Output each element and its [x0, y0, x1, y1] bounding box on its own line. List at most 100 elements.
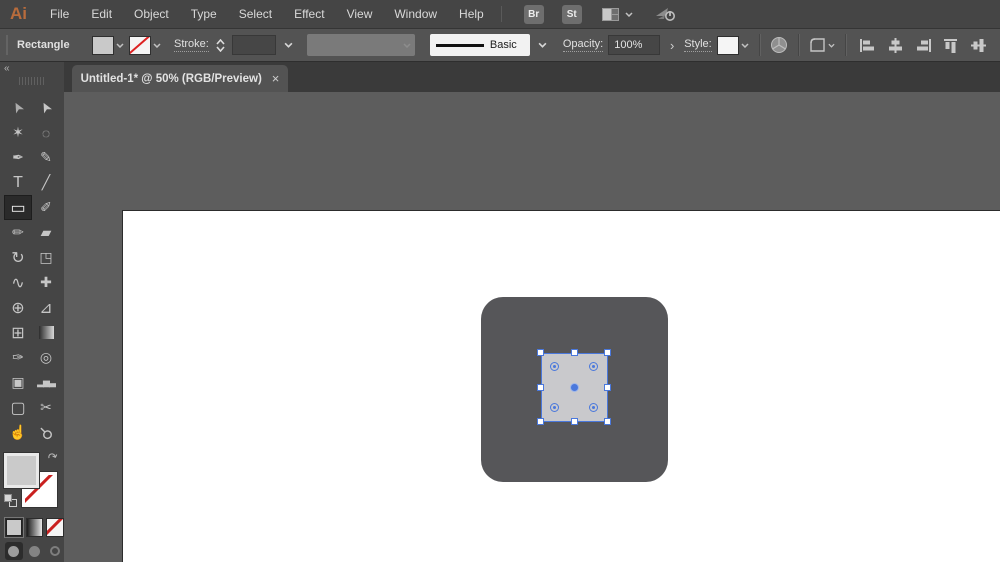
direct-selection-tool[interactable]: ➤: [32, 95, 60, 120]
stepper-down-icon[interactable]: [216, 46, 225, 52]
eraser-tool[interactable]: ▰: [32, 220, 60, 245]
opacity-panel-link[interactable]: Opacity:: [563, 38, 603, 52]
pen-tool[interactable]: ✒: [4, 145, 32, 170]
line-segment-tool[interactable]: ╱: [32, 170, 60, 195]
brush-definition-dropdown-button[interactable]: [535, 35, 550, 55]
blend-tool[interactable]: ◎: [32, 345, 60, 370]
menu-select[interactable]: Select: [228, 0, 283, 28]
corner-radius-widget[interactable]: [589, 403, 598, 412]
align-left-icon[interactable]: [859, 38, 876, 53]
pencil-tool[interactable]: ✏: [4, 220, 32, 245]
opacity-field[interactable]: 100%: [608, 35, 660, 55]
workspace-switcher[interactable]: [602, 8, 633, 21]
align-vertical-center-icon[interactable]: [971, 38, 988, 53]
stroke-width-field[interactable]: [232, 35, 276, 55]
stroke-color-swatch-none[interactable]: [129, 36, 151, 55]
selection-handle-se[interactable]: [604, 418, 611, 425]
stepper-up-icon[interactable]: [216, 39, 225, 45]
shape-properties-button[interactable]: [809, 37, 835, 53]
zoom-tool[interactable]: ⚲: [32, 420, 60, 445]
bridge-button[interactable]: Br: [524, 5, 544, 24]
puppet-warp-tool[interactable]: ✚: [32, 270, 60, 295]
perspective-grid-tool[interactable]: ⊿: [32, 295, 60, 320]
corner-radius-widget[interactable]: [550, 362, 559, 371]
menu-edit[interactable]: Edit: [80, 0, 123, 28]
selection-handle-e[interactable]: [604, 384, 611, 391]
align-right-icon[interactable]: [915, 38, 932, 53]
magic-wand-tool[interactable]: ✶: [4, 120, 32, 145]
curvature-tool[interactable]: ✎: [32, 145, 60, 170]
chevron-down-icon: [153, 43, 161, 48]
selection-tool[interactable]: ➤: [4, 95, 32, 120]
brush-definition-field[interactable]: Basic: [430, 34, 530, 56]
gpu-performance-button[interactable]: [655, 7, 677, 22]
shape-builder-tool[interactable]: ⊕: [4, 295, 32, 320]
control-bar: Rectangle Stroke: Basic Opacit: [0, 29, 1000, 62]
selection-handle-ne[interactable]: [604, 349, 611, 356]
paintbrush-tool[interactable]: ✐: [32, 195, 60, 220]
fill-color-swatch[interactable]: [92, 36, 114, 55]
stock-button[interactable]: St: [562, 5, 582, 24]
style-panel-link[interactable]: Style:: [684, 38, 712, 52]
column-graph-tool[interactable]: ▂▅▃: [32, 370, 60, 395]
menu-window[interactable]: Window: [383, 0, 448, 28]
corner-radius-widget[interactable]: [589, 362, 598, 371]
color-type-buttons: [0, 518, 64, 537]
default-fill-square: [4, 494, 12, 502]
selection-handle-s[interactable]: [571, 418, 578, 425]
menu-effect[interactable]: Effect: [283, 0, 335, 28]
close-tab-icon[interactable]: ×: [272, 71, 280, 86]
draw-behind-mode-button[interactable]: [26, 542, 44, 560]
swap-fill-stroke-icon[interactable]: ↷: [46, 449, 60, 466]
gradient-button[interactable]: [26, 518, 44, 537]
stroke-width-dropdown-button[interactable]: [281, 35, 296, 55]
opacity-more-button[interactable]: ›: [665, 35, 679, 55]
menu-help[interactable]: Help: [448, 0, 495, 28]
gradient-tool[interactable]: [32, 320, 60, 345]
scale-tool[interactable]: ◳: [32, 245, 60, 270]
tool-grid: ➤ ➤ ✶ ◌ ✒ ✎ T ╱ ▭ ✐ ✏ ▰ ↻ ◳ ∿ ✚ ⊕ ⊿ ⊞ ✑ …: [0, 92, 64, 445]
corner-radius-widget[interactable]: [550, 403, 559, 412]
stroke-width-stepper[interactable]: [214, 34, 227, 56]
document-tab[interactable]: Untitled-1* @ 50% (RGB/Preview) ×: [72, 65, 288, 92]
selection-handle-sw[interactable]: [537, 418, 544, 425]
style-dropdown[interactable]: [717, 36, 749, 55]
recolor-artwork-button[interactable]: [770, 36, 788, 54]
fill-indicator[interactable]: [4, 453, 39, 488]
none-button[interactable]: [46, 518, 64, 537]
selection-handle-w[interactable]: [537, 384, 544, 391]
stroke-color-dropdown[interactable]: [129, 36, 161, 55]
align-horizontal-center-icon[interactable]: [887, 38, 904, 53]
collapse-panel-button[interactable]: «: [4, 63, 9, 74]
symbol-sprayer-tool[interactable]: ▣: [4, 370, 32, 395]
canvas-pasteboard[interactable]: [64, 92, 1000, 562]
stroke-panel-link[interactable]: Stroke:: [174, 38, 209, 52]
hand-tool[interactable]: ☝: [4, 420, 32, 445]
menu-type[interactable]: Type: [180, 0, 228, 28]
slice-tool[interactable]: ✂: [32, 395, 60, 420]
shape-builder-icon: ⊕: [11, 298, 24, 318]
mesh-tool[interactable]: ⊞: [4, 320, 32, 345]
color-button[interactable]: [5, 518, 23, 537]
lasso-tool[interactable]: ◌: [32, 120, 60, 145]
rectangle-tool-selected[interactable]: ▭: [4, 195, 32, 220]
style-swatch[interactable]: [717, 36, 739, 55]
artboard-tool[interactable]: ▢: [4, 395, 32, 420]
draw-inside-mode-button[interactable]: [46, 542, 64, 560]
drawing-mode-buttons: [0, 542, 64, 560]
width-tool[interactable]: ∿: [4, 270, 32, 295]
menu-object[interactable]: Object: [123, 0, 180, 28]
type-tool[interactable]: T: [4, 170, 32, 195]
draw-normal-mode-button[interactable]: [5, 542, 23, 560]
rotate-tool[interactable]: ↻: [4, 245, 32, 270]
selection-handle-n[interactable]: [571, 349, 578, 356]
fill-color-dropdown[interactable]: [92, 36, 124, 55]
selection-handle-nw[interactable]: [537, 349, 544, 356]
toolbar-grip[interactable]: [19, 77, 46, 85]
align-top-icon[interactable]: [943, 38, 960, 53]
eyedropper-tool[interactable]: ✑: [4, 345, 32, 370]
default-fill-stroke-icon[interactable]: [4, 494, 17, 507]
menu-file[interactable]: File: [39, 0, 80, 28]
center-anchor-point[interactable]: [571, 384, 578, 391]
menu-view[interactable]: View: [336, 0, 384, 28]
